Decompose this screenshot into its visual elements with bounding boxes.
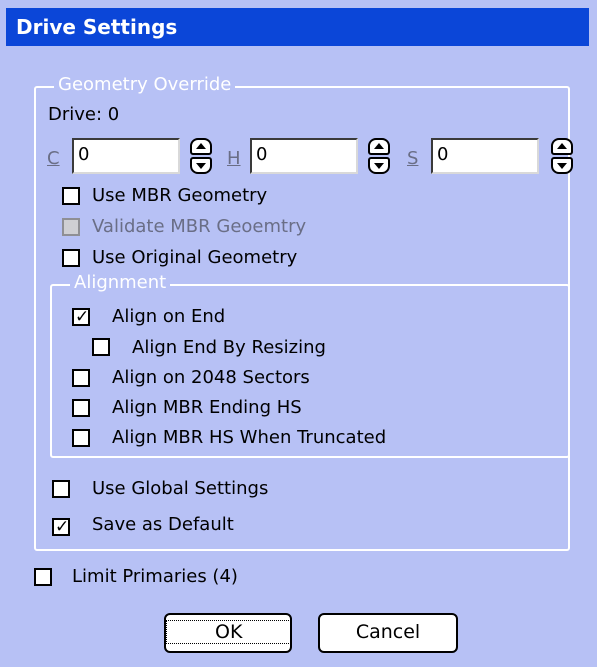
align-mbr-ending-hs-label[interactable]: Align MBR Ending HS: [112, 397, 302, 418]
spin-down-icon[interactable]: [551, 157, 573, 174]
ok-button-label: OK: [166, 620, 292, 644]
geometry-override-legend: Geometry Override: [54, 74, 236, 95]
save-as-default-checkbox[interactable]: ✓: [52, 517, 70, 537]
heads-input[interactable]: 0: [250, 138, 358, 174]
sectors-spinner[interactable]: [551, 138, 573, 174]
align-2048-label[interactable]: Align on 2048 Sectors: [112, 367, 310, 388]
spin-up-icon[interactable]: [551, 138, 573, 155]
use-global-settings-label[interactable]: Use Global Settings: [92, 478, 268, 499]
align-end-by-resizing-label[interactable]: Align End By Resizing: [132, 337, 326, 358]
align-on-end-label[interactable]: Align on End: [112, 306, 225, 327]
limit-primaries-label[interactable]: Limit Primaries (4): [72, 566, 238, 587]
window-title: Drive Settings: [16, 15, 178, 39]
heads-spinner[interactable]: [368, 138, 390, 174]
use-mbr-geometry-label[interactable]: Use MBR Geometry: [92, 185, 267, 206]
checkmark-icon: ✓: [75, 307, 90, 327]
cylinders-input[interactable]: 0: [72, 138, 180, 174]
spin-up-icon[interactable]: [190, 138, 212, 155]
checkmark-icon: ✓: [55, 517, 70, 537]
align-mbr-hs-truncated-checkbox[interactable]: [72, 429, 90, 447]
spin-down-icon[interactable]: [190, 157, 212, 174]
limit-primaries-checkbox[interactable]: [34, 568, 52, 586]
spin-up-icon[interactable]: [368, 138, 390, 155]
ok-button[interactable]: OK: [164, 613, 292, 653]
alignment-legend: Alignment: [70, 272, 171, 293]
align-mbr-ending-hs-checkbox[interactable]: [72, 399, 90, 417]
title-bar: Drive Settings: [6, 8, 589, 46]
align-on-end-checkbox[interactable]: ✓: [72, 307, 90, 327]
h-label: H: [227, 148, 241, 169]
cancel-button[interactable]: Cancel: [318, 613, 458, 653]
save-as-default-label[interactable]: Save as Default: [92, 514, 234, 535]
use-original-geometry-label[interactable]: Use Original Geometry: [92, 247, 297, 268]
align-mbr-hs-truncated-label[interactable]: Align MBR HS When Truncated: [112, 427, 386, 448]
use-mbr-geometry-checkbox[interactable]: [62, 187, 80, 205]
s-label: S: [407, 148, 419, 169]
align-end-by-resizing-checkbox[interactable]: [92, 338, 110, 356]
drive-label: Drive: 0: [48, 104, 120, 125]
cylinders-spinner[interactable]: [190, 138, 212, 174]
sectors-input[interactable]: 0: [431, 138, 539, 174]
spin-down-icon[interactable]: [368, 157, 390, 174]
validate-mbr-geometry-label: Validate MBR Geoemtry: [92, 216, 307, 237]
use-original-geometry-checkbox[interactable]: [62, 249, 80, 267]
use-global-settings-checkbox[interactable]: [52, 480, 70, 498]
align-2048-checkbox[interactable]: [72, 369, 90, 387]
c-label: C: [47, 148, 60, 169]
validate-mbr-geometry-checkbox: [62, 218, 80, 236]
